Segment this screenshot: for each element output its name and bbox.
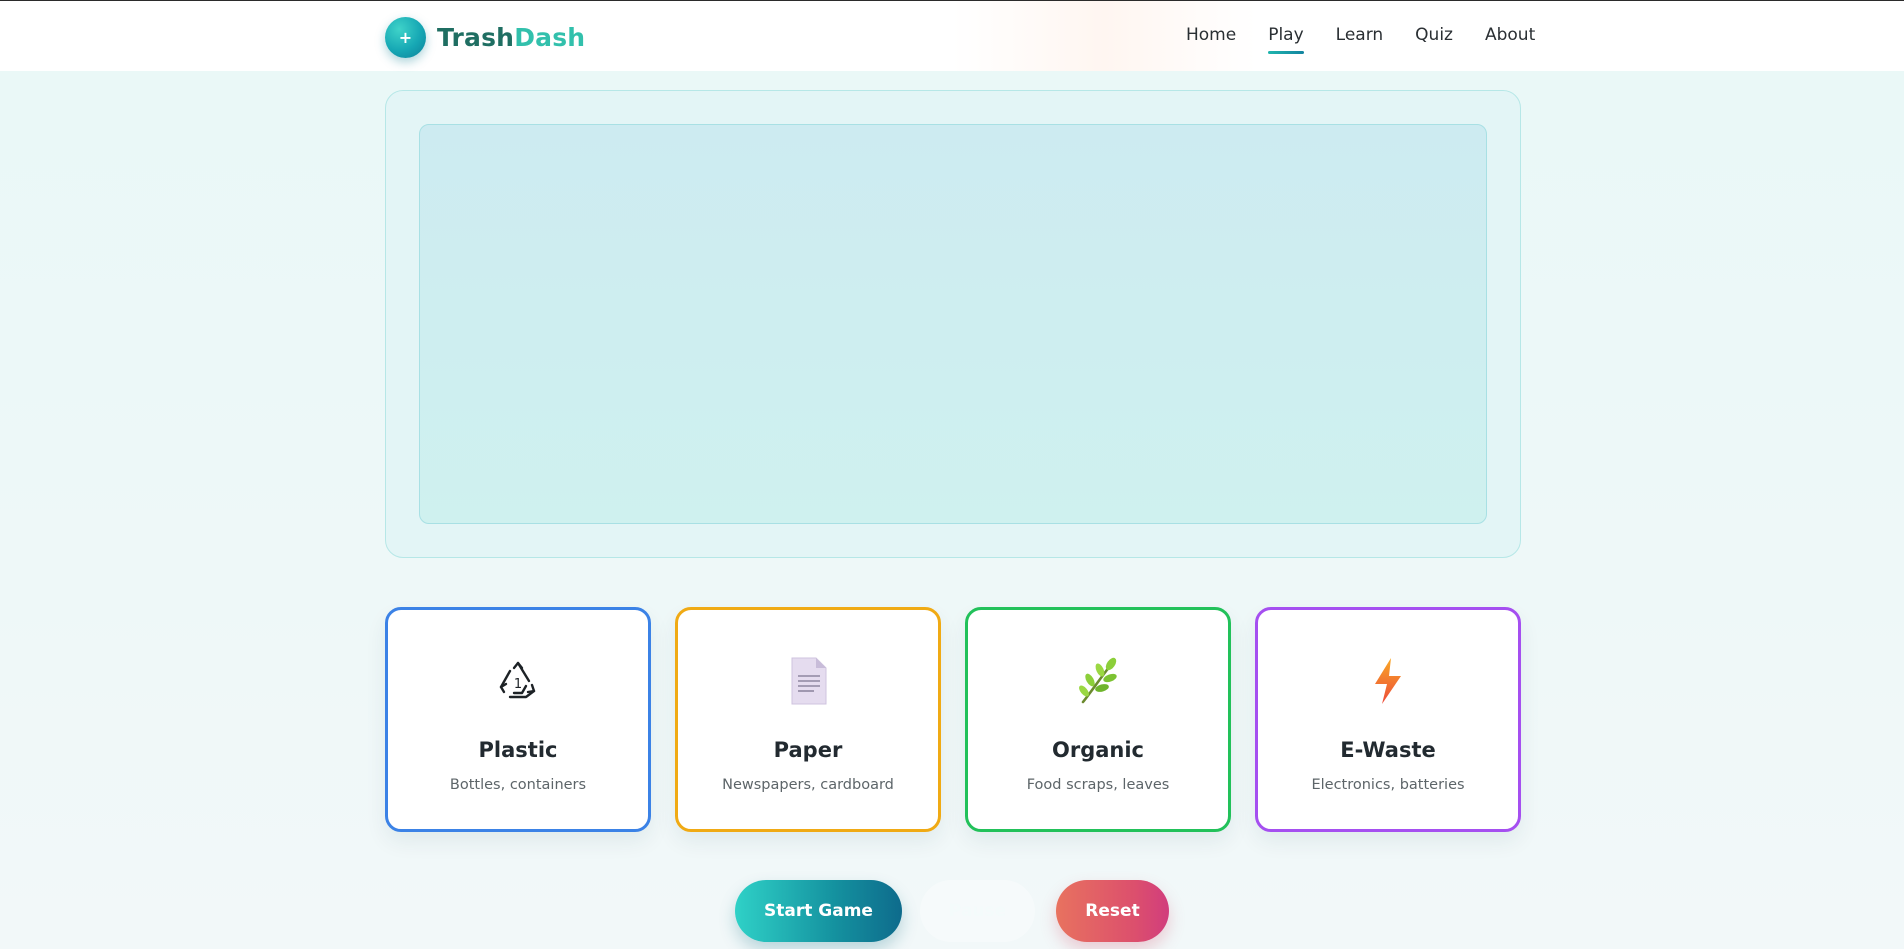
recycle-1-icon: 1 [388, 656, 648, 706]
bin-description: Electronics, batteries [1311, 777, 1465, 793]
bin-title: Organic [1051, 738, 1144, 762]
game-canvas[interactable] [419, 124, 1487, 524]
game-panel [385, 90, 1521, 558]
bin-title: E-Waste [1340, 738, 1436, 762]
nav-quiz[interactable]: Quiz [1415, 25, 1453, 45]
brand-name-dash: Dash [514, 23, 586, 52]
top-navbar: + TrashDash Home Play Learn Quiz About [0, 1, 1904, 71]
bin-title: Plastic [478, 738, 558, 762]
svg-text:1: 1 [514, 677, 522, 692]
bins-row: 1 Plastic Bottles, containers Paper News… [385, 607, 1521, 832]
herb-icon [968, 656, 1228, 706]
nav-learn[interactable]: Learn [1336, 25, 1384, 45]
brand-name-trash: Trash [437, 23, 515, 52]
start-game-button[interactable]: Start Game [735, 880, 902, 942]
pause-button[interactable]: Pause [920, 880, 1035, 942]
brand-name: TrashDash [437, 23, 585, 52]
brand[interactable]: + TrashDash [385, 17, 585, 58]
bin-organic[interactable]: Organic Food scraps, leaves [965, 607, 1231, 832]
nav-play[interactable]: Play [1268, 25, 1305, 54]
logo-glyph: + [398, 28, 413, 47]
nav-about[interactable]: About [1485, 25, 1535, 45]
lightning-icon [1258, 656, 1518, 706]
nav-home[interactable]: Home [1186, 25, 1236, 45]
bin-paper[interactable]: Paper Newspapers, cardboard [675, 607, 941, 832]
bin-description: Newspapers, cardboard [722, 777, 894, 793]
reset-button[interactable]: Reset [1056, 880, 1169, 942]
document-icon [678, 656, 938, 706]
bin-e-waste[interactable]: E-Waste Electronics, batteries [1255, 607, 1521, 832]
bin-plastic[interactable]: 1 Plastic Bottles, containers [385, 607, 651, 832]
game-controls: Start Game Pause Reset [0, 880, 1904, 942]
bin-description: Bottles, containers [449, 777, 587, 793]
logo-icon: + [385, 17, 426, 58]
bin-title: Paper [773, 738, 843, 762]
main-nav: Home Play Learn Quiz About [1186, 25, 1535, 54]
bin-description: Food scraps, leaves [1026, 777, 1170, 793]
